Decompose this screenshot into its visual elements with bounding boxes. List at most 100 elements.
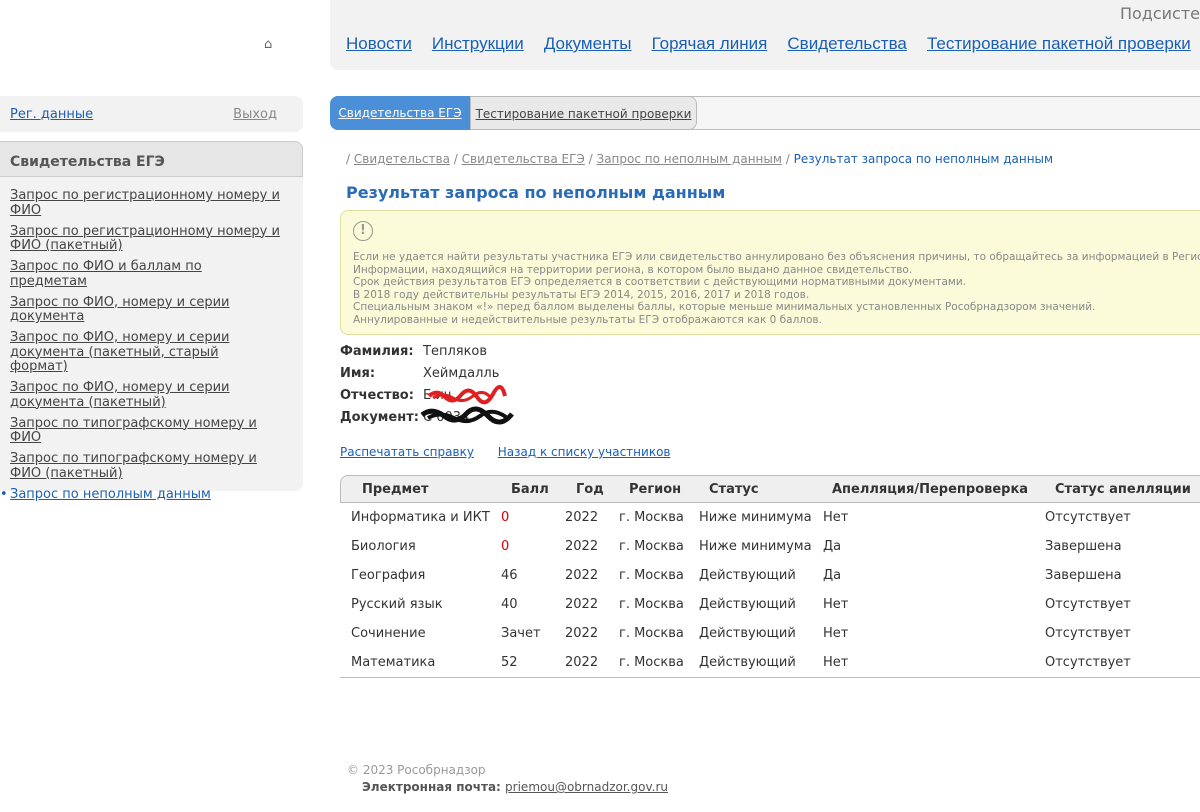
cell-appeal: Да	[823, 568, 842, 583]
cell-year: 2022	[565, 597, 599, 612]
breadcrumb-current: Результат запроса по неполным данным	[793, 152, 1054, 166]
sidebar-item-reg-number-fio-batch[interactable]: Запрос по регистрационному номеру и ФИО …	[10, 224, 280, 254]
page-title: Результат запроса по неполным данным	[346, 183, 726, 202]
col-year: Год	[576, 482, 604, 497]
document-value: С 0034	[423, 410, 470, 425]
print-certificate-link[interactable]: Распечатать справку	[340, 445, 474, 459]
col-appeal: Апелляция/Перепроверка	[832, 482, 1029, 497]
cell-status: Ниже минимума	[699, 539, 812, 554]
cell-status: Действующий	[699, 597, 796, 612]
col-region: Регион	[629, 482, 682, 497]
cell-subject: Сочинение	[351, 626, 426, 641]
table-row: Биология 0 2022 г. Москва Ниже минимума …	[340, 532, 1200, 561]
sidebar: Свидетельства ЕГЭ Запрос по регистрацион…	[0, 141, 303, 502]
results-table: Предмет Балл Год Регион Статус Апелляция…	[340, 475, 1200, 678]
sidebar-item-reg-number-fio[interactable]: Запрос по регистрационному номеру и ФИО	[10, 188, 280, 218]
cell-subject: Русский язык	[351, 597, 443, 612]
notice-text: Если не удается найти результаты участни…	[353, 251, 1200, 327]
table-header: Предмет Балл Год Регион Статус Апелляция…	[340, 475, 1200, 503]
cell-appeal-status: Завершена	[1045, 539, 1122, 554]
cell-appeal: Да	[823, 539, 842, 554]
copyright: © 2023 Рособрнадзор	[347, 763, 486, 777]
nav-documents[interactable]: Документы	[544, 34, 632, 53]
sidebar-item-typographic-number[interactable]: Запрос по типографскому номеру и ФИО	[10, 416, 280, 446]
cell-year: 2022	[565, 539, 599, 554]
sidebar-menu: Запрос по регистрационному номеру и ФИО …	[0, 177, 303, 502]
sidebar-item-typographic-number-batch[interactable]: Запрос по типографскому номеру и ФИО (па…	[10, 451, 280, 481]
nav-certificates[interactable]: Свидетельства	[787, 34, 906, 53]
cell-status: Действующий	[699, 655, 796, 670]
col-score: Балл	[511, 482, 549, 497]
notice-line: Аннулированные и недействительные резуль…	[353, 313, 822, 326]
breadcrumb-incomplete-query[interactable]: Запрос по неполным данным	[597, 152, 782, 166]
breadcrumb-certificates[interactable]: Свидетельства	[354, 152, 450, 166]
action-links: Распечатать справку Назад к списку участ…	[340, 445, 690, 459]
cell-status: Ниже минимума	[699, 510, 812, 525]
back-to-list-link[interactable]: Назад к списку участников	[498, 445, 671, 459]
breadcrumb-separator: /	[785, 152, 790, 166]
cell-region: г. Москва	[619, 510, 684, 525]
cell-year: 2022	[565, 626, 599, 641]
home-icon[interactable]: ⌂	[264, 38, 278, 52]
top-navigation: Подсисте Новости Инструкции Документы Го…	[330, 0, 1200, 70]
cell-region: г. Москва	[619, 539, 684, 554]
breadcrumb: / Свидетельства / Свидетельства ЕГЭ / За…	[346, 152, 1053, 166]
cell-year: 2022	[565, 655, 599, 670]
cell-subject: География	[351, 568, 426, 583]
sidebar-title: Свидетельства ЕГЭ	[0, 141, 303, 177]
cell-subject: Биология	[351, 539, 416, 554]
cell-score: 40	[501, 597, 518, 612]
patronymic-value: Е ич	[423, 388, 452, 403]
email-link[interactable]: priemou@obrnadzor.gov.ru	[505, 780, 668, 794]
cell-score: 0	[501, 510, 510, 525]
cell-score: 52	[501, 655, 518, 670]
table-row: Сочинение Зачет 2022 г. Москва Действующ…	[340, 619, 1200, 648]
notice-line: Информации, находящийся на территории ре…	[353, 263, 913, 276]
breadcrumb-certificates-ege[interactable]: Свидетельства ЕГЭ	[462, 152, 585, 166]
cell-year: 2022	[565, 510, 599, 525]
cell-year: 2022	[565, 568, 599, 583]
nav-batch-testing[interactable]: Тестирование пакетной проверки	[927, 34, 1191, 53]
nav-news[interactable]: Новости	[346, 34, 412, 53]
sidebar-item-fio-document-batch[interactable]: Запрос по ФИО, номеру и серии документа …	[10, 380, 280, 410]
sidebar-item-fio-scores[interactable]: Запрос по ФИО и баллам по предметам	[10, 259, 280, 289]
sidebar-item-fio-document-batch-old[interactable]: Запрос по ФИО, номеру и серии документа …	[10, 330, 280, 375]
cell-score: Зачет	[501, 626, 541, 641]
cell-appeal: Нет	[823, 626, 849, 641]
info-notice: ! Если не удается найти результаты участ…	[340, 210, 1200, 335]
surname-label: Фамилия:	[340, 344, 414, 359]
cell-appeal-status: Завершена	[1045, 568, 1122, 583]
sidebar-item-incomplete-data[interactable]: Запрос по неполным данным	[0, 487, 280, 503]
name-label: Имя:	[340, 366, 376, 381]
cell-appeal-status: Отсутствует	[1045, 655, 1131, 670]
sidebar-item-fio-document[interactable]: Запрос по ФИО, номеру и серии документа	[10, 295, 280, 325]
email-label: Электронная почта:	[362, 780, 501, 794]
col-appeal-status: Статус апелляции	[1055, 482, 1191, 497]
tab-certificates[interactable]: Свидетельства ЕГЭ	[330, 96, 470, 130]
exclamation-icon: !	[353, 221, 373, 241]
cell-region: г. Москва	[619, 568, 684, 583]
cell-region: г. Москва	[619, 597, 684, 612]
table-bottom-border	[340, 677, 1200, 678]
table-row: Математика 52 2022 г. Москва Действующий…	[340, 648, 1200, 677]
cell-appeal: Нет	[823, 597, 849, 612]
reg-data-link[interactable]: Рег. данные	[10, 107, 93, 122]
breadcrumb-separator: /	[453, 152, 458, 166]
table-row: География 46 2022 г. Москва Действующий …	[340, 561, 1200, 590]
cell-region: г. Москва	[619, 626, 684, 641]
user-bar: Рег. данные Выход	[0, 96, 303, 132]
table-row: Русский язык 40 2022 г. Москва Действующ…	[340, 590, 1200, 619]
breadcrumb-separator: /	[588, 152, 593, 166]
logout-link[interactable]: Выход	[233, 107, 277, 122]
cell-appeal-status: Отсутствует	[1045, 597, 1131, 612]
footer-email-row: Электронная почта: priemou@obrnadzor.gov…	[362, 780, 668, 794]
footer: © 2023 Рособрнадзор Электронная почта: p…	[347, 763, 668, 794]
col-subject: Предмет	[362, 482, 429, 497]
cell-appeal-status: Отсутствует	[1045, 626, 1131, 641]
cell-score: 46	[501, 568, 518, 583]
subsystem-label[interactable]: Подсисте	[1120, 4, 1200, 23]
nav-hotline[interactable]: Горячая линия	[652, 34, 768, 53]
tab-batch-testing[interactable]: Тестирование пакетной проверки	[470, 96, 697, 130]
nav-instructions[interactable]: Инструкции	[432, 34, 524, 53]
cell-appeal: Нет	[823, 510, 849, 525]
